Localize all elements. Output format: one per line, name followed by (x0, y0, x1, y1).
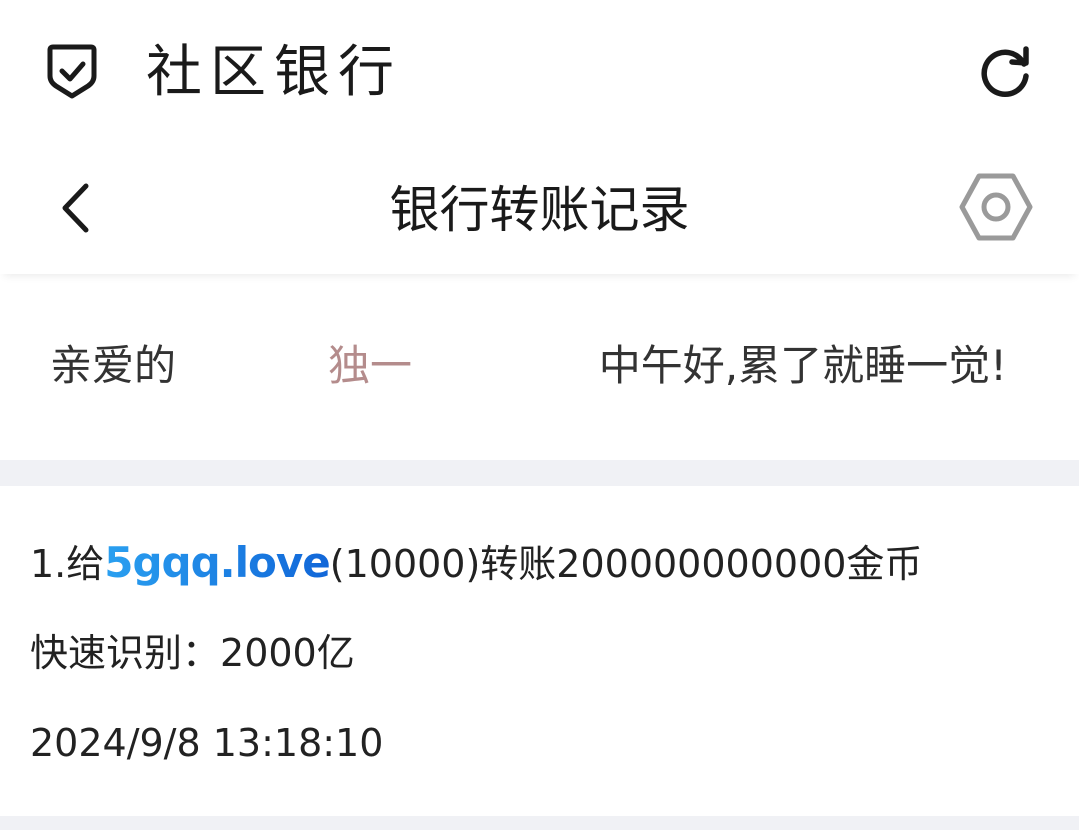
app-top-bar: 社区银行 (0, 0, 1079, 140)
quick-recognition: 快速识别：2000亿 (30, 628, 355, 678)
bottom-divider (0, 816, 1079, 830)
record-timestamp: 2024/9/8 13:18:10 (30, 721, 384, 765)
page-title: 银行转账记录 (389, 181, 690, 239)
record-index-prefix: 1.给 (30, 542, 105, 586)
hexagon-settings-icon[interactable] (958, 172, 1034, 242)
recipient-link[interactable]: 5gqq.love (104, 538, 330, 587)
greeting-username: 独一 (328, 341, 413, 390)
refresh-icon[interactable] (976, 42, 1034, 100)
quick-value: 2000亿 (220, 631, 355, 675)
section-divider (0, 460, 1079, 486)
quick-label: 快速识别： (30, 631, 221, 675)
transfer-description: 1.给5gqq.love(10000)转账200000000000金币 (30, 538, 922, 589)
page-header: 银行转账记录 (0, 140, 1079, 274)
transfer-amount-text: (10000)转账200000000000金币 (329, 542, 923, 586)
shield-check-icon (47, 44, 97, 99)
greeting-prefix: 亲爱的 (50, 341, 177, 390)
transfer-record: 1.给5gqq.love(10000)转账200000000000金币 快速识别… (0, 486, 1079, 816)
greeting-banner: 亲爱的 独一 中午好,累了就睡一觉! (0, 274, 1079, 460)
greeting-message: 中午好,累了就睡一觉! (598, 341, 1007, 390)
app-title: 社区银行 (146, 40, 402, 105)
